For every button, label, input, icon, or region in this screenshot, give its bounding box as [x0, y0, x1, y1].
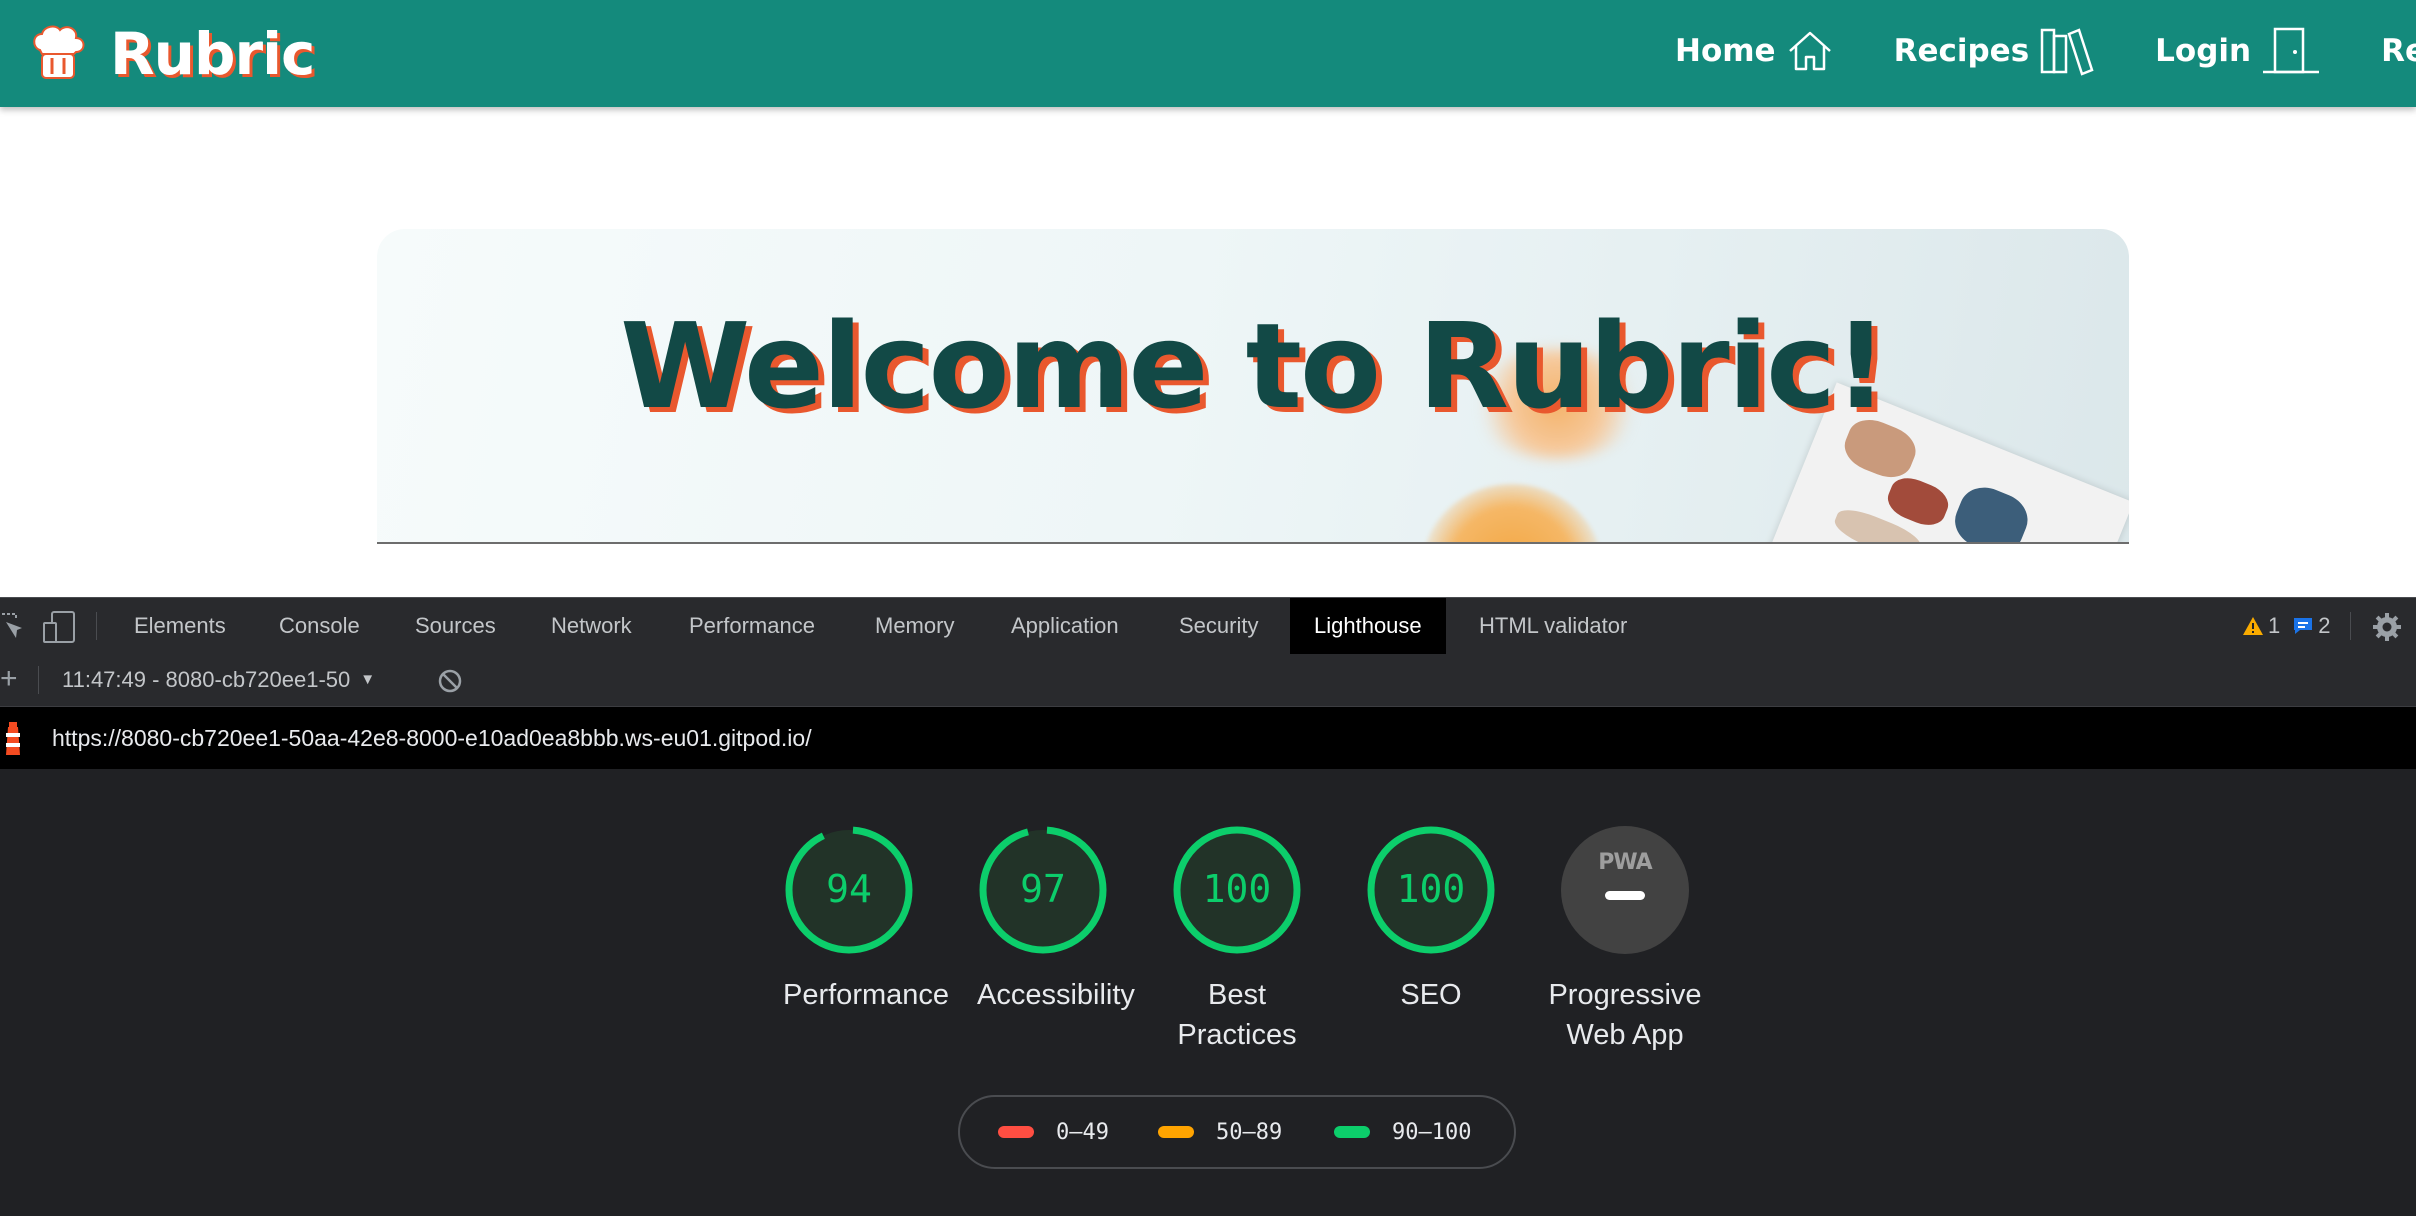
- gauge-performance[interactable]: 94 Performance: [783, 824, 950, 1015]
- gauge-label: SEO: [1400, 979, 1462, 1011]
- nav-home-label: Home: [1675, 33, 1776, 69]
- hero-banner: Welcome to Rubric!: [377, 229, 2129, 599]
- devtools-tab-bar: Elements Console Sources Network Perform…: [0, 597, 2416, 655]
- hero-content-strip: [377, 544, 2129, 599]
- nav-register-label: Registe: [2381, 33, 2416, 69]
- gauge-ring: 97: [979, 826, 1107, 954]
- gauge-ring: 94: [785, 826, 913, 954]
- new-report-icon[interactable]: +: [0, 664, 18, 694]
- gauge-score: 94: [826, 867, 872, 911]
- gauge-score: 100: [1203, 867, 1272, 911]
- gauge-label: Performance: [783, 979, 950, 1011]
- lighthouse-toolbar: + 11:47:49 - 8080-cb720ee1-50 ▼: [0, 654, 2416, 707]
- legend-dot: [1158, 1126, 1194, 1138]
- clear-reports-icon[interactable]: [437, 668, 463, 694]
- nav-home[interactable]: Home: [1675, 29, 1834, 73]
- devtools-panel: Elements Console Sources Network Perform…: [0, 597, 2416, 1216]
- site-navbar: Rubric Home Recipes Login Registe: [0, 0, 2416, 107]
- dropdown-arrow-icon: ▼: [360, 671, 376, 688]
- toolbar-separator: [38, 666, 39, 694]
- issues-counter[interactable]: 1 2: [2242, 598, 2331, 654]
- gauge-score: 97: [1020, 867, 1066, 911]
- tab-sources[interactable]: Sources: [391, 598, 520, 654]
- score-legend: 0–49 50–89 90–100: [958, 1095, 1516, 1169]
- books-icon: [2040, 28, 2094, 76]
- nav-register[interactable]: Registe: [2381, 33, 2416, 69]
- gauge-label: Progressive Web App: [1548, 979, 1702, 1051]
- nav-recipes[interactable]: Recipes: [1894, 26, 2096, 76]
- tab-console[interactable]: Console: [255, 598, 384, 654]
- tab-performance[interactable]: Performance: [665, 598, 839, 654]
- gauge-ring: 100: [1367, 826, 1495, 954]
- tab-security[interactable]: Security: [1155, 598, 1282, 654]
- report-url[interactable]: https://8080-cb720ee1-50aa-42e8-8000-e10…: [52, 707, 812, 769]
- legend-item-average: 50–89: [1158, 1097, 1282, 1167]
- gauge-best-practices[interactable]: 100 Best Practices: [1171, 824, 1303, 1055]
- legend-dot: [998, 1126, 1034, 1138]
- settings-gear-icon[interactable]: [2372, 612, 2402, 642]
- tab-application[interactable]: Application: [987, 598, 1143, 654]
- legend-range: 90–100: [1392, 1119, 1472, 1145]
- lighthouse-report: 94 Performance 97 Accessibility 100 Best…: [0, 769, 2416, 1216]
- legend-item-pass: 90–100: [1334, 1097, 1471, 1167]
- message-icon: [2294, 618, 2313, 634]
- gauge-ring: 100: [1173, 826, 1301, 954]
- legend-item-fail: 0–49: [998, 1097, 1109, 1167]
- house-icon: [1788, 31, 1831, 71]
- messages-count: 2: [2318, 613, 2331, 638]
- gauge-label: Best Practices: [1177, 979, 1297, 1051]
- legend-range: 0–49: [1056, 1119, 1109, 1145]
- tab-lighthouse[interactable]: Lighthouse: [1290, 598, 1446, 654]
- pwa-badge: PWA: [1561, 826, 1689, 954]
- tab-elements[interactable]: Elements: [110, 598, 250, 654]
- legend-dot: [1334, 1126, 1370, 1138]
- chef-hat-icon: [33, 25, 85, 79]
- toolbar-separator: [2350, 612, 2351, 640]
- warning-icon: [2243, 617, 2263, 635]
- hero-title: Welcome to Rubric!: [620, 297, 1888, 435]
- brand-name: Rubric: [110, 20, 315, 88]
- inspect-element-icon[interactable]: [0, 612, 22, 640]
- warnings-count: 1: [2268, 613, 2281, 638]
- tab-html-validator[interactable]: HTML validator: [1455, 598, 1651, 654]
- lighthouse-logo-icon: [6, 722, 20, 755]
- gauge-label: Accessibility: [977, 979, 1135, 1011]
- nav-login-label: Login: [2155, 33, 2252, 69]
- toolbar-separator: [96, 612, 97, 640]
- gauge-accessibility[interactable]: 97 Accessibility: [977, 824, 1135, 1015]
- pwa-badge-text: PWA: [1598, 850, 1652, 875]
- gauge-pwa[interactable]: PWA Progressive Web App: [1548, 824, 1702, 1055]
- report-url-bar: https://8080-cb720ee1-50aa-42e8-8000-e10…: [0, 707, 2416, 769]
- gauge-seo[interactable]: 100 SEO: [1365, 824, 1497, 1015]
- door-icon: [2263, 27, 2320, 74]
- report-selector-value: 11:47:49 - 8080-cb720ee1-50: [62, 667, 351, 692]
- device-toolbar-icon[interactable]: [42, 611, 76, 643]
- nav-links: Home Recipes Login Registe: [1675, 20, 2416, 82]
- gauge-score: 100: [1397, 867, 1466, 911]
- tab-memory[interactable]: Memory: [851, 598, 978, 654]
- legend-range: 50–89: [1216, 1119, 1283, 1145]
- report-selector[interactable]: 11:47:49 - 8080-cb720ee1-50 ▼: [62, 654, 375, 706]
- nav-login[interactable]: Login: [2155, 26, 2321, 76]
- nav-recipes-label: Recipes: [1893, 33, 2030, 69]
- brand-logo[interactable]: Rubric: [30, 16, 315, 92]
- tab-network[interactable]: Network: [527, 598, 656, 654]
